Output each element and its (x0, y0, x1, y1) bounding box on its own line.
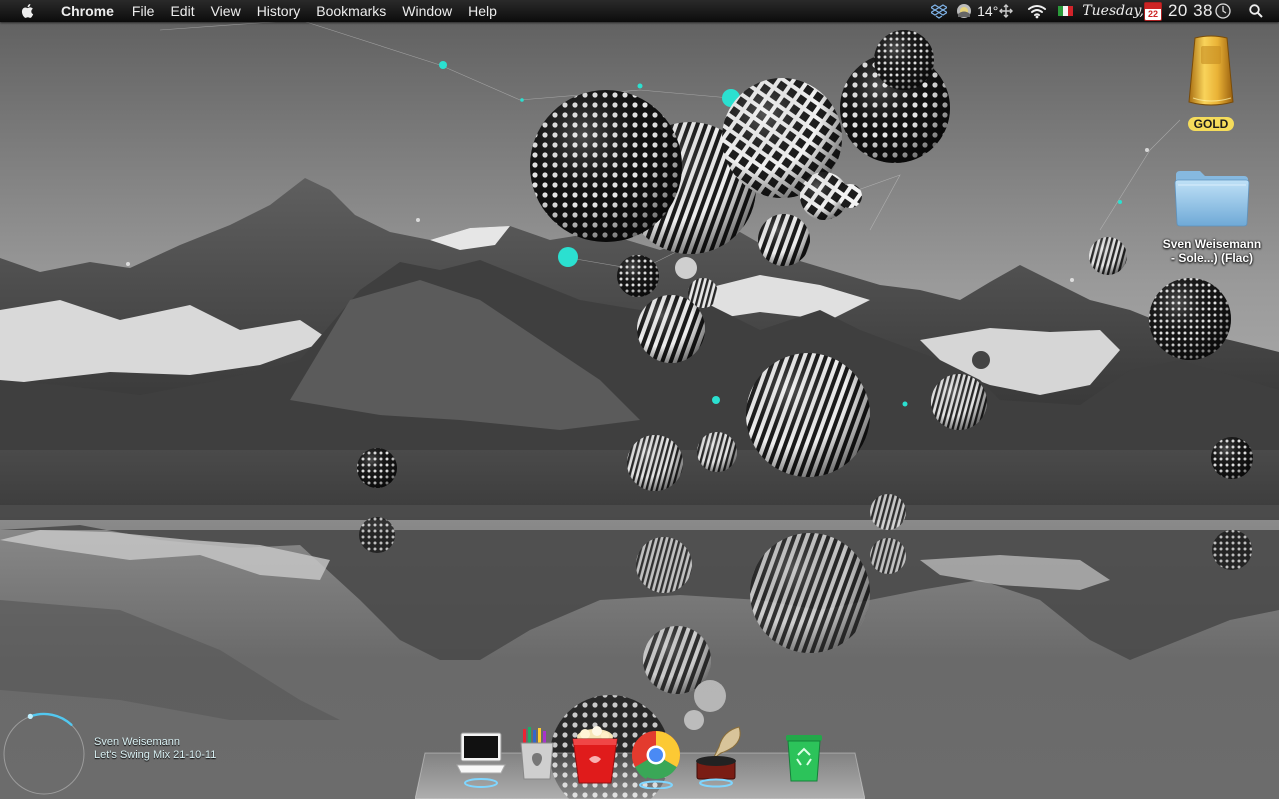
folder-label-line1: Sven Weisemann (1162, 237, 1262, 251)
dock-item-laptop[interactable] (455, 729, 507, 791)
folder-label-line2: - Sole...) (Flac) (1170, 251, 1253, 265)
menu-help[interactable]: Help (460, 0, 505, 22)
menubar-day: Tuesday, (1082, 3, 1144, 19)
desktop-icon-folder[interactable]: Sven Weisemann - Sole...) (Flac) (1151, 165, 1273, 265)
pencil-cup-icon (520, 727, 554, 780)
gold-bar-icon (1188, 35, 1234, 106)
weather-icon[interactable] (955, 0, 973, 22)
calendar-date: 22 (1147, 9, 1158, 19)
menu-app-name[interactable]: Chrome (53, 0, 122, 22)
dock-item-chrome[interactable] (629, 729, 683, 789)
menu-file[interactable]: File (124, 0, 163, 22)
weather-temperature: 14° (977, 3, 999, 19)
menu-bar: Chrome File Edit View History Bookmarks … (0, 0, 1279, 22)
menu-window[interactable]: Window (394, 0, 460, 22)
dock-item-gramophone[interactable] (689, 725, 745, 789)
italy-flag-icon[interactable] (1056, 0, 1074, 22)
spotlight-search-icon[interactable] (1245, 0, 1267, 22)
chrome-icon (631, 731, 681, 789)
dock (415, 725, 865, 799)
playback-progress-ring[interactable] (0, 706, 90, 799)
now-playing-artist: Sven Weisemann (94, 736, 181, 748)
dock-item-pencil-cup[interactable] (515, 727, 559, 789)
menu-bookmarks[interactable]: Bookmarks (308, 0, 394, 22)
dock-item-trash[interactable] (779, 729, 829, 789)
apple-logo-icon[interactable] (19, 2, 37, 20)
now-playing-track: Let's Swing Mix 21-10-11 (94, 749, 217, 761)
dock-item-popcorn[interactable] (567, 725, 623, 789)
desktop-icon-gold[interactable]: GOLD (1175, 32, 1247, 133)
wifi-icon[interactable] (1026, 0, 1048, 22)
menubar-clock[interactable]: 20 38 (1168, 1, 1213, 21)
popcorn-icon (572, 726, 618, 784)
dropbox-icon[interactable] (929, 0, 949, 22)
menu-view[interactable]: View (203, 0, 249, 22)
desktop-wallpaper (0, 0, 1279, 799)
folder-icon (1174, 171, 1250, 227)
now-playing-widget: Sven Weisemann Let's Swing Mix 21-10-11 (0, 706, 300, 799)
laptop-icon (456, 732, 506, 788)
desktop-icon-gold-label: GOLD (1187, 117, 1235, 131)
network-arrows-icon[interactable] (998, 0, 1014, 22)
menu-history[interactable]: History (249, 0, 309, 22)
clock-icon[interactable] (1213, 0, 1233, 22)
calendar-icon[interactable]: 22 (1143, 0, 1162, 22)
menu-edit[interactable]: Edit (162, 0, 202, 22)
gramophone-icon (696, 726, 741, 788)
trash-icon (786, 735, 822, 782)
